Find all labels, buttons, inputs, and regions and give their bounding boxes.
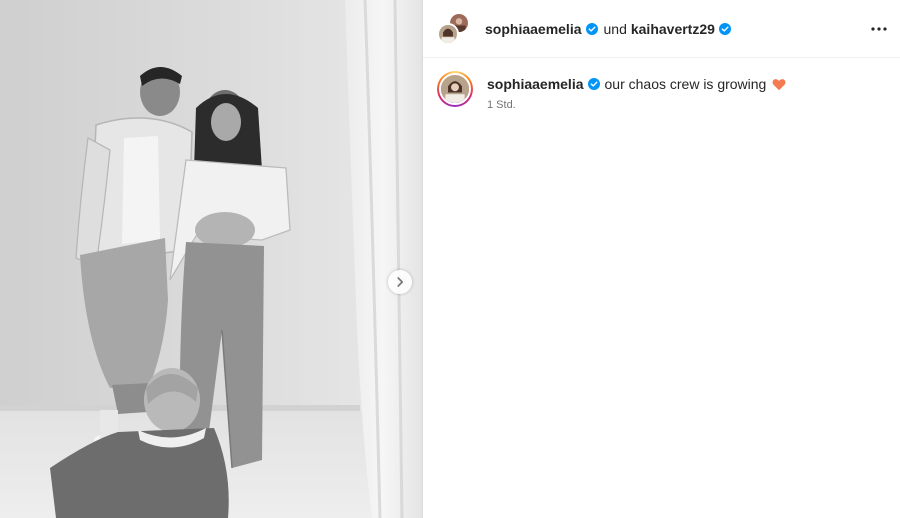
verified-badge-icon xyxy=(718,22,731,35)
author-avatar[interactable] xyxy=(437,22,459,45)
more-options-icon xyxy=(871,27,887,31)
orange-heart-icon xyxy=(772,78,786,91)
verified-badge-icon xyxy=(587,78,600,90)
caption-text: our chaos crew is growing xyxy=(604,76,767,92)
post-dialog: sophiaaemelia und kaihavertz29 sophiaaem… xyxy=(0,0,900,518)
post-side-panel: sophiaaemelia und kaihavertz29 sophiaaem… xyxy=(422,0,900,518)
post-header: sophiaaemelia und kaihavertz29 xyxy=(423,0,900,58)
collab-avatars[interactable] xyxy=(437,11,471,46)
next-photo-button[interactable] xyxy=(388,270,412,294)
post-authors: sophiaaemelia und kaihavertz29 xyxy=(485,21,731,37)
conjunction-text: und xyxy=(603,20,627,37)
post-photo xyxy=(0,0,422,518)
caption-username[interactable]: sophiaaemelia xyxy=(487,75,584,93)
post-timestamp[interactable]: 1 Std. xyxy=(487,99,786,111)
caption-avatar[interactable] xyxy=(437,71,473,107)
author-username[interactable]: sophiaaemelia xyxy=(485,21,582,37)
more-options-button[interactable] xyxy=(870,20,888,38)
verified-badge-icon xyxy=(585,22,598,35)
post-caption: sophiaaemelia our chaos crew is growing … xyxy=(423,58,900,111)
post-media[interactable] xyxy=(0,0,422,518)
collaborator-username[interactable]: kaihavertz29 xyxy=(631,21,715,37)
chevron-right-icon xyxy=(397,277,403,287)
